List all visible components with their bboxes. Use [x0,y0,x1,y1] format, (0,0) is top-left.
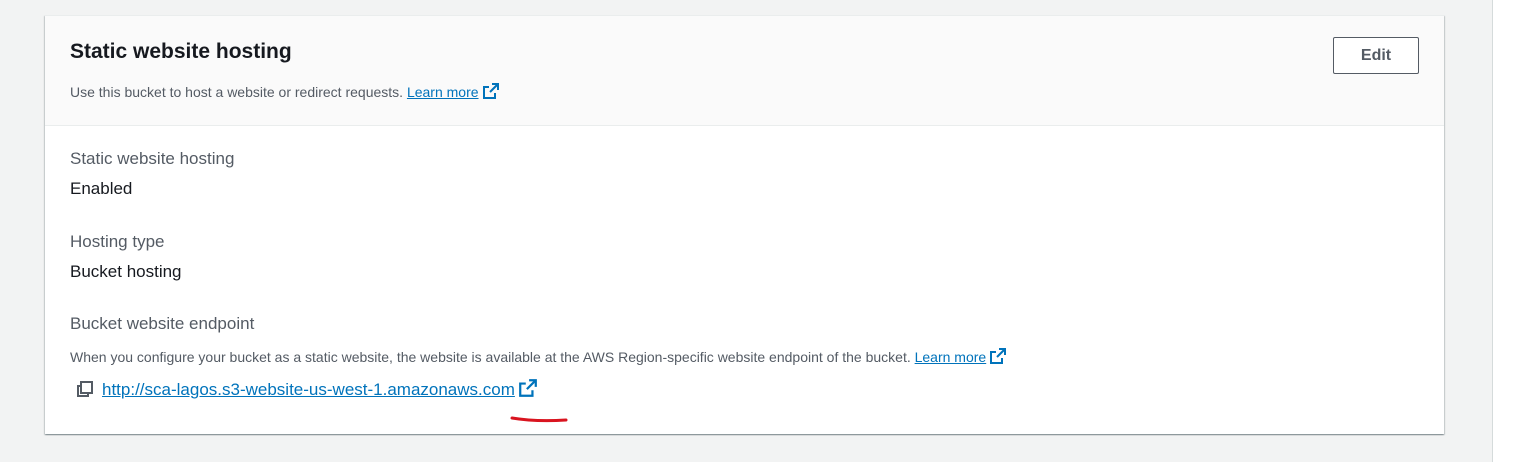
learn-more-label: Learn more [406,84,479,100]
endpoint-learn-more-label: Learn more [914,349,987,365]
edit-button[interactable]: Edit [1333,37,1419,74]
panel-title: Static website hosting [70,40,292,63]
panel-description-text: Use this bucket to host a website or red… [70,84,404,100]
hosting-status-value: Enabled [70,179,133,198]
external-link-icon[interactable] [482,82,500,103]
external-link-icon[interactable] [518,378,538,403]
endpoint-description: When you configure your bucket as a stat… [70,347,1007,368]
endpoint-description-text: When you configure your bucket as a stat… [70,349,911,365]
red-underline-annotation [510,416,568,423]
page-right-edge [1492,0,1525,462]
endpoint-url-link[interactable]: http://sca-lagos.s3-website-us-west-1.am… [102,380,515,399]
endpoint-learn-more-link[interactable]: Learn more [915,349,987,365]
copy-icon[interactable] [76,380,94,403]
hosting-status-label: Static website hosting [70,149,235,168]
hosting-type-label: Hosting type [70,232,165,251]
external-link-icon[interactable] [989,347,1007,368]
endpoint-label: Bucket website endpoint [70,314,255,333]
static-website-hosting-panel: Static website hosting Use this bucket t… [45,15,1444,434]
panel-description: Use this bucket to host a website or red… [70,82,500,103]
learn-more-link[interactable]: Learn more [407,84,479,100]
endpoint-url-row: http://sca-lagos.s3-website-us-west-1.am… [76,378,538,403]
hosting-type-value: Bucket hosting [70,262,182,281]
panel-header: Static website hosting Use this bucket t… [45,16,1444,126]
